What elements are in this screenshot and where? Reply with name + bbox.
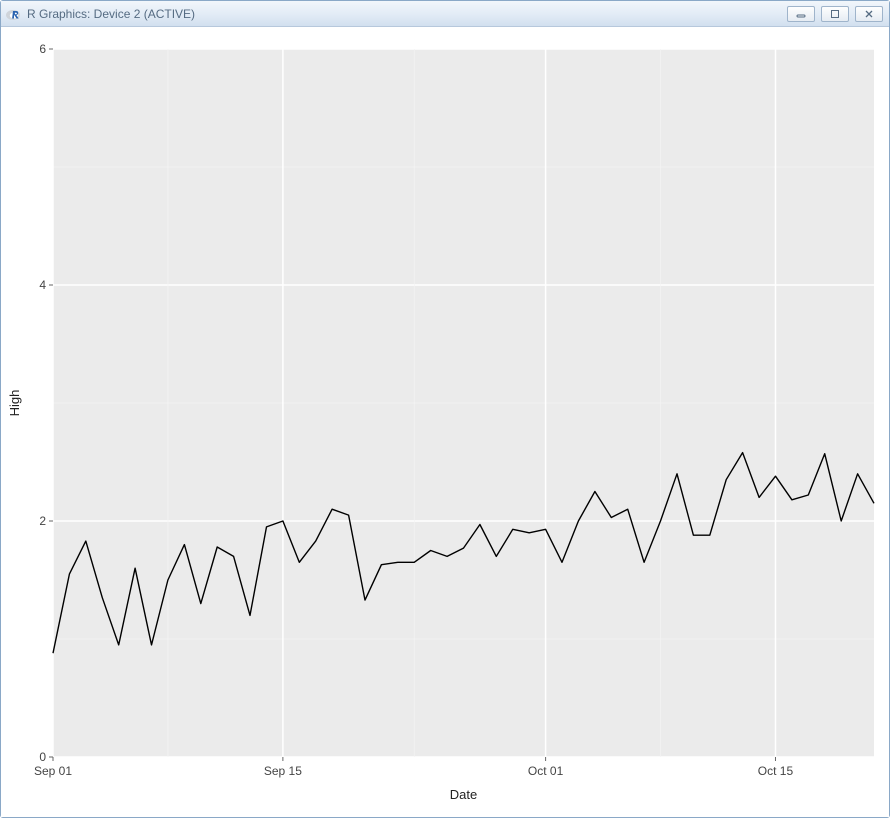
x-tick-label: Oct 01 bbox=[528, 764, 564, 778]
window-title: R Graphics: Device 2 (ACTIVE) bbox=[27, 7, 787, 21]
x-tick-label: Oct 15 bbox=[758, 764, 794, 778]
y-axis-title: High bbox=[7, 390, 22, 417]
y-tick-label: 2 bbox=[39, 514, 46, 528]
minimize-button[interactable] bbox=[787, 6, 815, 22]
close-button[interactable] bbox=[855, 6, 883, 22]
minimize-icon bbox=[796, 9, 806, 19]
close-icon bbox=[864, 9, 874, 19]
maximize-icon bbox=[830, 9, 840, 19]
titlebar: R Graphics: Device 2 (ACTIVE) bbox=[1, 1, 889, 27]
y-tick-label: 6 bbox=[39, 42, 46, 56]
plot-device: 0 2 4 6 Sep 01 Sep 15 Oct 01 Oct 15 Date High bbox=[1, 27, 889, 817]
app-window: R Graphics: Device 2 (ACTIVE) 0 2 4 6 Sep 01… bbox=[0, 0, 890, 818]
maximize-button[interactable] bbox=[821, 6, 849, 22]
y-tick-label: 0 bbox=[39, 750, 46, 764]
window-controls bbox=[787, 6, 883, 22]
x-tick-label: Sep 01 bbox=[34, 764, 72, 778]
chart-canvas: 0 2 4 6 Sep 01 Sep 15 Oct 01 Oct 15 Date High bbox=[1, 27, 889, 817]
x-tick-label: Sep 15 bbox=[264, 764, 302, 778]
y-tick-label: 4 bbox=[39, 278, 46, 292]
r-app-icon bbox=[5, 6, 21, 22]
x-axis-title: Date bbox=[450, 787, 477, 802]
